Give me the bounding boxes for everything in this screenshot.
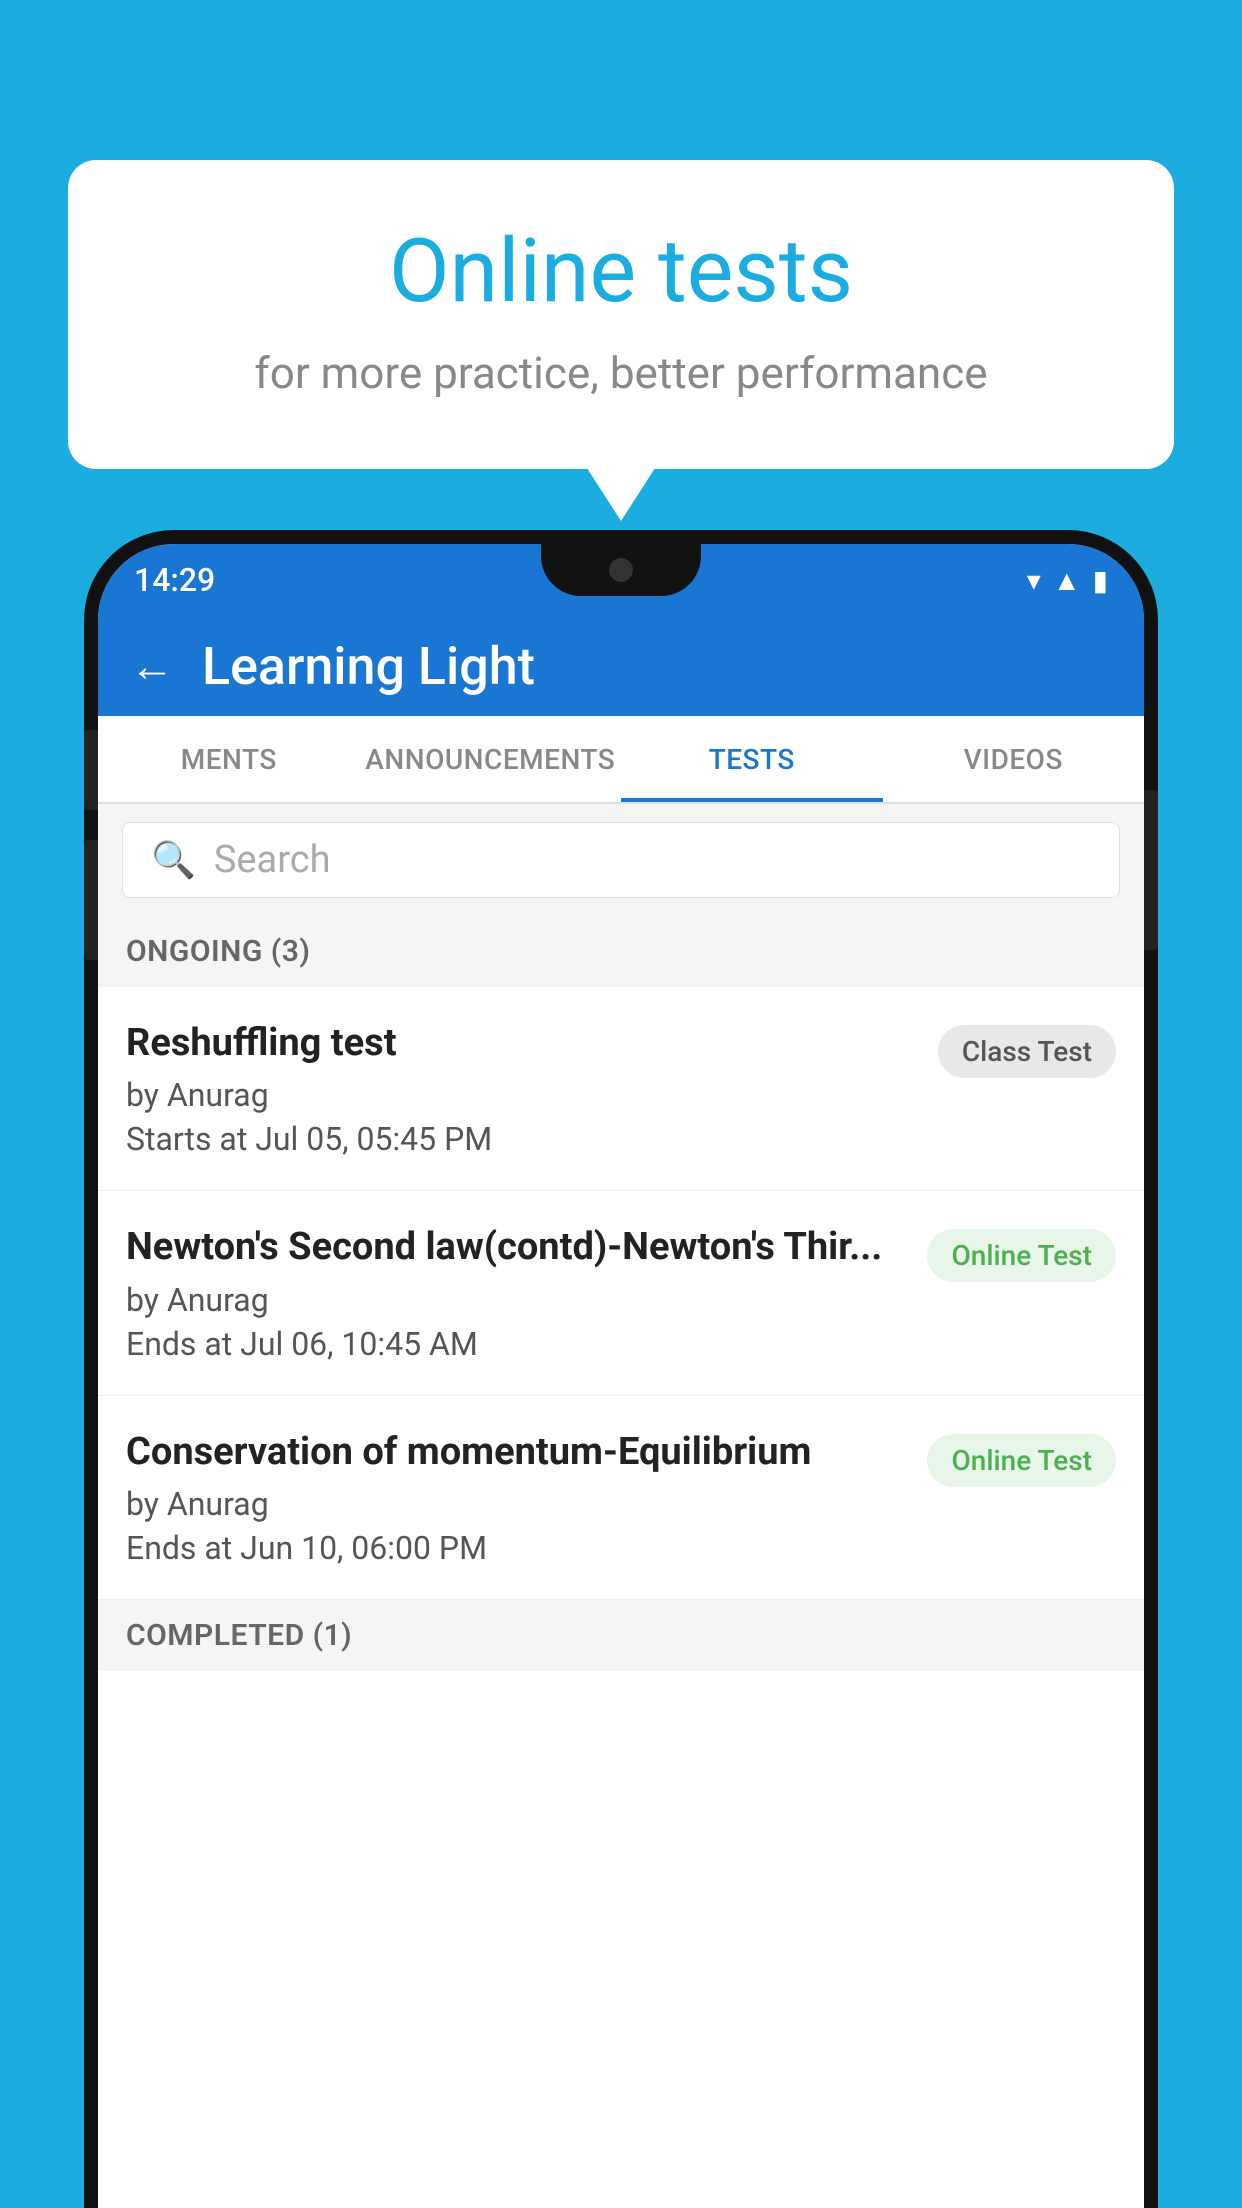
test-info-1: Reshuffling test by Anurag Starts at Jul… [126, 1019, 938, 1158]
battery-icon: ▮ [1093, 564, 1108, 597]
tab-tests[interactable]: TESTS [621, 716, 883, 802]
tab-videos-label: VIDEOS [964, 743, 1063, 776]
status-time: 14:29 [134, 561, 215, 599]
search-box[interactable]: 🔍 Search [122, 822, 1120, 898]
front-camera [609, 558, 633, 582]
tab-announcements-label: ANNOUNCEMENTS [365, 743, 615, 776]
test-title-3: Conservation of momentum-Equilibrium [126, 1428, 907, 1477]
test-author-1: by Anurag [126, 1076, 918, 1114]
test-date-3: Ends at Jun 10, 06:00 PM [126, 1529, 907, 1567]
wifi-icon: ▾ [1027, 564, 1041, 597]
status-bar: 14:29 ▾ ▲ ▮ [98, 544, 1144, 616]
bubble-title: Online tests [118, 220, 1124, 323]
speech-bubble: Online tests for more practice, better p… [68, 160, 1174, 469]
test-badge-2: Online Test [927, 1229, 1116, 1282]
search-icon: 🔍 [151, 839, 196, 881]
tab-tests-label: TESTS [709, 743, 795, 776]
tab-ments[interactable]: MENTS [98, 716, 360, 802]
search-container: 🔍 Search [98, 804, 1144, 916]
app-bar: ← Learning Light [98, 616, 1144, 716]
test-item-2[interactable]: Newton's Second law(contd)-Newton's Thir… [98, 1191, 1144, 1395]
tab-videos[interactable]: VIDEOS [883, 716, 1145, 802]
test-item-1[interactable]: Reshuffling test by Anurag Starts at Jul… [98, 987, 1144, 1191]
test-list: Reshuffling test by Anurag Starts at Jul… [98, 987, 1144, 1600]
phone-screen: 14:29 ▾ ▲ ▮ ← Learning Light MENTS ANNOU… [98, 544, 1144, 2208]
test-badge-1: Class Test [938, 1025, 1116, 1078]
test-info-2: Newton's Second law(contd)-Newton's Thir… [126, 1223, 927, 1362]
tab-bar: MENTS ANNOUNCEMENTS TESTS VIDEOS [98, 716, 1144, 804]
back-button[interactable]: ← [130, 640, 174, 692]
ongoing-section-header: ONGOING (3) [98, 916, 1144, 987]
test-badge-3: Online Test [927, 1434, 1116, 1487]
test-author-3: by Anurag [126, 1485, 907, 1523]
test-info-3: Conservation of momentum-Equilibrium by … [126, 1428, 927, 1567]
completed-section-header: COMPLETED (1) [98, 1600, 1144, 1671]
test-date-2: Ends at Jul 06, 10:45 AM [126, 1325, 907, 1363]
volume-down-button [84, 730, 98, 810]
test-title-2: Newton's Second law(contd)-Newton's Thir… [126, 1223, 907, 1272]
app-title: Learning Light [202, 636, 535, 697]
power-button [1144, 790, 1158, 950]
notch [541, 544, 701, 596]
bubble-subtitle: for more practice, better performance [118, 347, 1124, 399]
tab-announcements[interactable]: ANNOUNCEMENTS [360, 716, 622, 802]
volume-up-button [84, 840, 98, 960]
search-placeholder: Search [214, 838, 331, 882]
phone-frame: 14:29 ▾ ▲ ▮ ← Learning Light MENTS ANNOU… [84, 530, 1158, 2208]
status-icons: ▾ ▲ ▮ [1027, 564, 1108, 597]
test-author-2: by Anurag [126, 1281, 907, 1319]
test-date-1: Starts at Jul 05, 05:45 PM [126, 1120, 918, 1158]
signal-icon: ▲ [1053, 564, 1081, 597]
test-item-3[interactable]: Conservation of momentum-Equilibrium by … [98, 1396, 1144, 1600]
tab-ments-label: MENTS [181, 743, 277, 776]
test-title-1: Reshuffling test [126, 1019, 918, 1068]
